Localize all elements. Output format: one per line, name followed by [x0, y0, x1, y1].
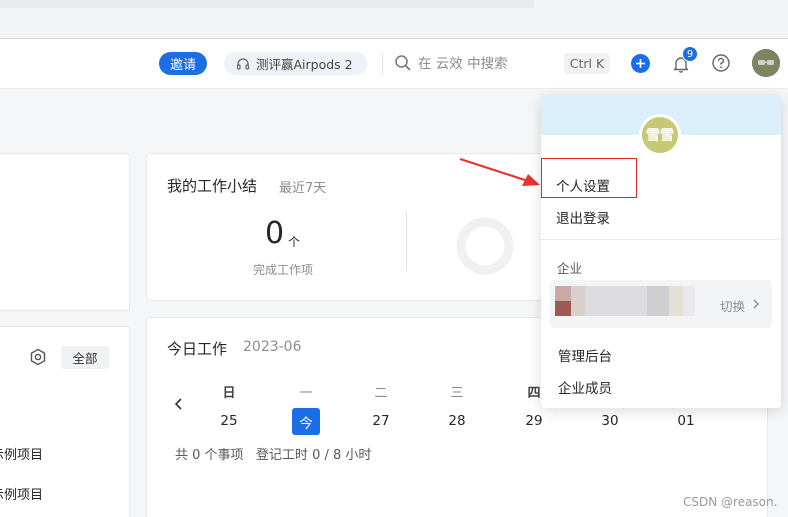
calendar-day[interactable]: 01 [671, 413, 701, 429]
project-list-card: 全部 示例项目 示例项目 [0, 326, 130, 517]
search-icon[interactable] [394, 54, 412, 72]
project-item[interactable]: 示例项目 [0, 484, 43, 503]
promo-label: 测评赢Airpods 2 [256, 57, 353, 72]
menu-divider [541, 239, 781, 240]
org-switch-label[interactable]: 切换 [720, 296, 745, 315]
weekday-label: 三 [450, 386, 464, 401]
blurred-org-logo [555, 286, 695, 316]
shortcut-hint: Ctrl K [564, 53, 610, 74]
chevron-right-icon[interactable] [751, 298, 761, 310]
summary-divider [406, 212, 407, 270]
help-icon[interactable] [711, 53, 731, 73]
calendar-day-today[interactable]: 今 [292, 408, 320, 435]
menu-item-personal-settings[interactable]: 个人设置 [556, 175, 610, 195]
menu-item-admin-console[interactable]: 管理后台 [558, 345, 612, 365]
today-month: 2023-06 [243, 339, 302, 355]
promo-pill[interactable]: 测评赢Airpods 2 [224, 52, 367, 75]
annotation-arrow [459, 157, 540, 186]
notification-badge: 9 [682, 46, 698, 62]
organization-row[interactable]: 切换 [550, 280, 772, 328]
create-button[interactable] [631, 54, 650, 73]
calendar-day[interactable]: 30 [595, 413, 625, 429]
completed-count: 0 [265, 216, 285, 251]
today-title: 今日工作 [167, 340, 228, 358]
weekday-label: 日 [222, 386, 236, 401]
count-unit: 个 [288, 235, 301, 249]
menu-avatar: 雪雪 [639, 114, 681, 156]
filter-all-button[interactable]: 全部 [61, 346, 109, 369]
chevron-left-icon[interactable] [172, 397, 186, 411]
summary-period: 最近7天 [279, 181, 327, 196]
menu-item-logout[interactable]: 退出登录 [556, 207, 610, 227]
user-menu-dropdown: 雪雪 个人设置 退出登录 企业 切换 管理后台 企业成员 [541, 95, 781, 408]
menu-item-org-members[interactable]: 企业成员 [558, 377, 612, 397]
today-summary-text: 共 0 个事项 登记工时 0 / 8 小时 [175, 448, 372, 463]
progress-donut [456, 217, 514, 275]
header-divider [382, 53, 383, 75]
weekday-label: 二 [374, 386, 388, 401]
project-item[interactable]: 示例项目 [0, 444, 43, 463]
search-input[interactable] [418, 52, 548, 76]
completed-label: 完成工作项 [253, 263, 314, 277]
summary-title: 我的工作小结 [167, 177, 258, 195]
watermark: CSDN @reason. [683, 495, 778, 509]
weekday-label: 一 [299, 386, 313, 401]
headphones-icon [236, 57, 250, 70]
settings-hexagon-icon[interactable] [29, 348, 47, 366]
avatar-image-icon [752, 49, 780, 77]
menu-section-label: 企业 [557, 261, 583, 276]
browser-tab-strip [0, 0, 534, 8]
calendar-day[interactable]: 25 [214, 413, 244, 429]
calendar-day[interactable]: 27 [366, 413, 396, 429]
invite-button[interactable]: 邀请 [159, 52, 207, 75]
browser-chrome [0, 0, 788, 38]
calendar-day[interactable]: 28 [442, 413, 472, 429]
top-header: 邀请 测评赢Airpods 2 Ctrl K 9 [0, 39, 788, 89]
user-avatar[interactable] [752, 49, 780, 77]
left-card-top [0, 153, 130, 311]
calendar-day[interactable]: 29 [519, 413, 549, 429]
plus-icon [636, 59, 645, 68]
